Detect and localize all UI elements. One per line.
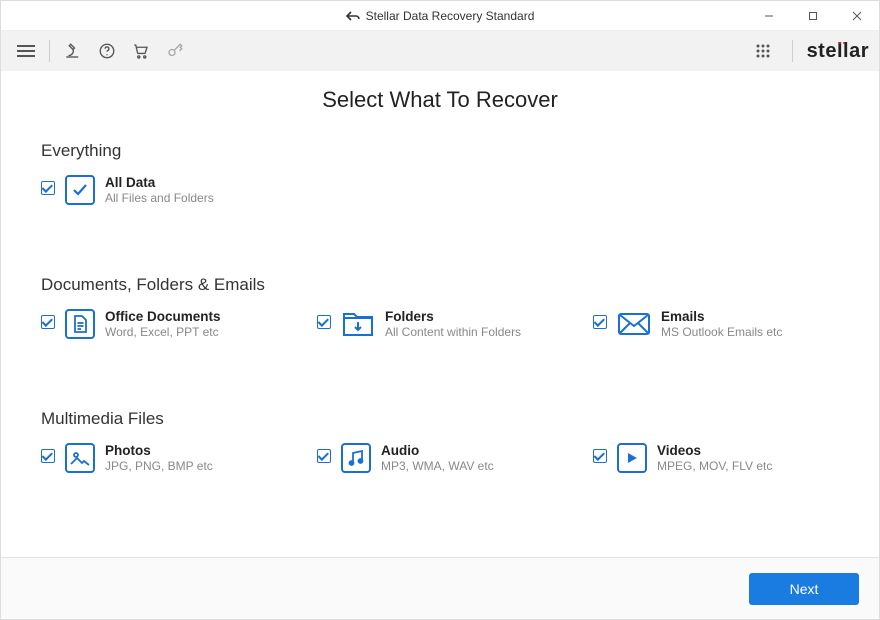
file-icon xyxy=(72,315,88,333)
apps-button[interactable] xyxy=(748,36,778,66)
item-subtitle: MS Outlook Emails etc xyxy=(661,325,782,339)
all-data-icon xyxy=(65,175,95,205)
music-icon xyxy=(347,449,365,467)
key-button[interactable] xyxy=(160,36,190,66)
item-folders: Folders All Content within Folders xyxy=(317,309,563,339)
folder-icon xyxy=(341,309,375,339)
section-documents: Documents, Folders & Emails Office Docum… xyxy=(41,275,839,339)
toolbar: stellar xyxy=(1,31,879,71)
key-icon xyxy=(166,42,184,60)
scan-button[interactable] xyxy=(58,36,88,66)
item-subtitle: All Files and Folders xyxy=(105,191,214,205)
page-title: Select What To Recover xyxy=(41,87,839,113)
email-icon xyxy=(617,311,651,337)
section-heading: Everything xyxy=(41,141,839,161)
image-icon xyxy=(70,450,90,466)
help-button[interactable] xyxy=(92,36,122,66)
item-subtitle: MPEG, MOV, FLV etc xyxy=(657,459,772,473)
item-title: Office Documents xyxy=(105,309,221,324)
document-icon xyxy=(65,309,95,339)
video-icon xyxy=(617,443,647,473)
footer: Next xyxy=(1,557,879,619)
section-heading: Multimedia Files xyxy=(41,409,839,429)
item-title: Audio xyxy=(381,443,494,458)
brand-logo: stellar xyxy=(807,40,869,63)
section-everything: Everything All Data All Files and Folder… xyxy=(41,141,839,205)
item-title: Folders xyxy=(385,309,521,324)
item-subtitle: All Content within Folders xyxy=(385,325,521,339)
audio-icon xyxy=(341,443,371,473)
cart-icon xyxy=(132,42,150,60)
hamburger-icon xyxy=(17,44,35,58)
item-title: Emails xyxy=(661,309,782,324)
checkbox-folders[interactable] xyxy=(317,315,331,329)
item-subtitle: JPG, PNG, BMP etc xyxy=(105,459,213,473)
checkbox-videos[interactable] xyxy=(593,449,607,463)
toolbar-divider xyxy=(49,40,50,62)
checkbox-photos[interactable] xyxy=(41,449,55,463)
cart-button[interactable] xyxy=(126,36,156,66)
check-icon xyxy=(71,182,89,198)
item-videos: Videos MPEG, MOV, FLV etc xyxy=(593,443,839,473)
next-button[interactable]: Next xyxy=(749,573,859,605)
minimize-button[interactable] xyxy=(747,1,791,30)
toolbar-divider xyxy=(792,40,793,62)
item-audio: Audio MP3, WMA, WAV etc xyxy=(317,443,563,473)
item-title: All Data xyxy=(105,175,214,190)
item-title: Videos xyxy=(657,443,772,458)
item-title: Photos xyxy=(105,443,213,458)
checkbox-office-documents[interactable] xyxy=(41,315,55,329)
titlebar: Stellar Data Recovery Standard xyxy=(1,1,879,31)
item-all-data: All Data All Files and Folders xyxy=(41,175,839,205)
window-title: Stellar Data Recovery Standard xyxy=(366,9,535,23)
photo-icon xyxy=(65,443,95,473)
checkbox-audio[interactable] xyxy=(317,449,331,463)
item-photos: Photos JPG, PNG, BMP etc xyxy=(41,443,287,473)
section-multimedia: Multimedia Files Photos JPG, PNG, BMP et… xyxy=(41,409,839,473)
apps-grid-icon xyxy=(755,43,771,59)
content-area: Select What To Recover Everything All Da… xyxy=(1,71,879,557)
item-office-documents: Office Documents Word, Excel, PPT etc xyxy=(41,309,287,339)
play-icon xyxy=(625,451,639,465)
maximize-button[interactable] xyxy=(791,1,835,30)
section-heading: Documents, Folders & Emails xyxy=(41,275,839,295)
help-icon xyxy=(98,42,116,60)
item-subtitle: MP3, WMA, WAV etc xyxy=(381,459,494,473)
menu-button[interactable] xyxy=(11,36,41,66)
microscope-icon xyxy=(64,42,82,60)
back-icon xyxy=(346,10,360,22)
checkbox-all-data[interactable] xyxy=(41,181,55,195)
checkbox-emails[interactable] xyxy=(593,315,607,329)
item-emails: Emails MS Outlook Emails etc xyxy=(593,309,839,339)
window-controls xyxy=(747,1,879,30)
close-button[interactable] xyxy=(835,1,879,30)
item-subtitle: Word, Excel, PPT etc xyxy=(105,325,221,339)
